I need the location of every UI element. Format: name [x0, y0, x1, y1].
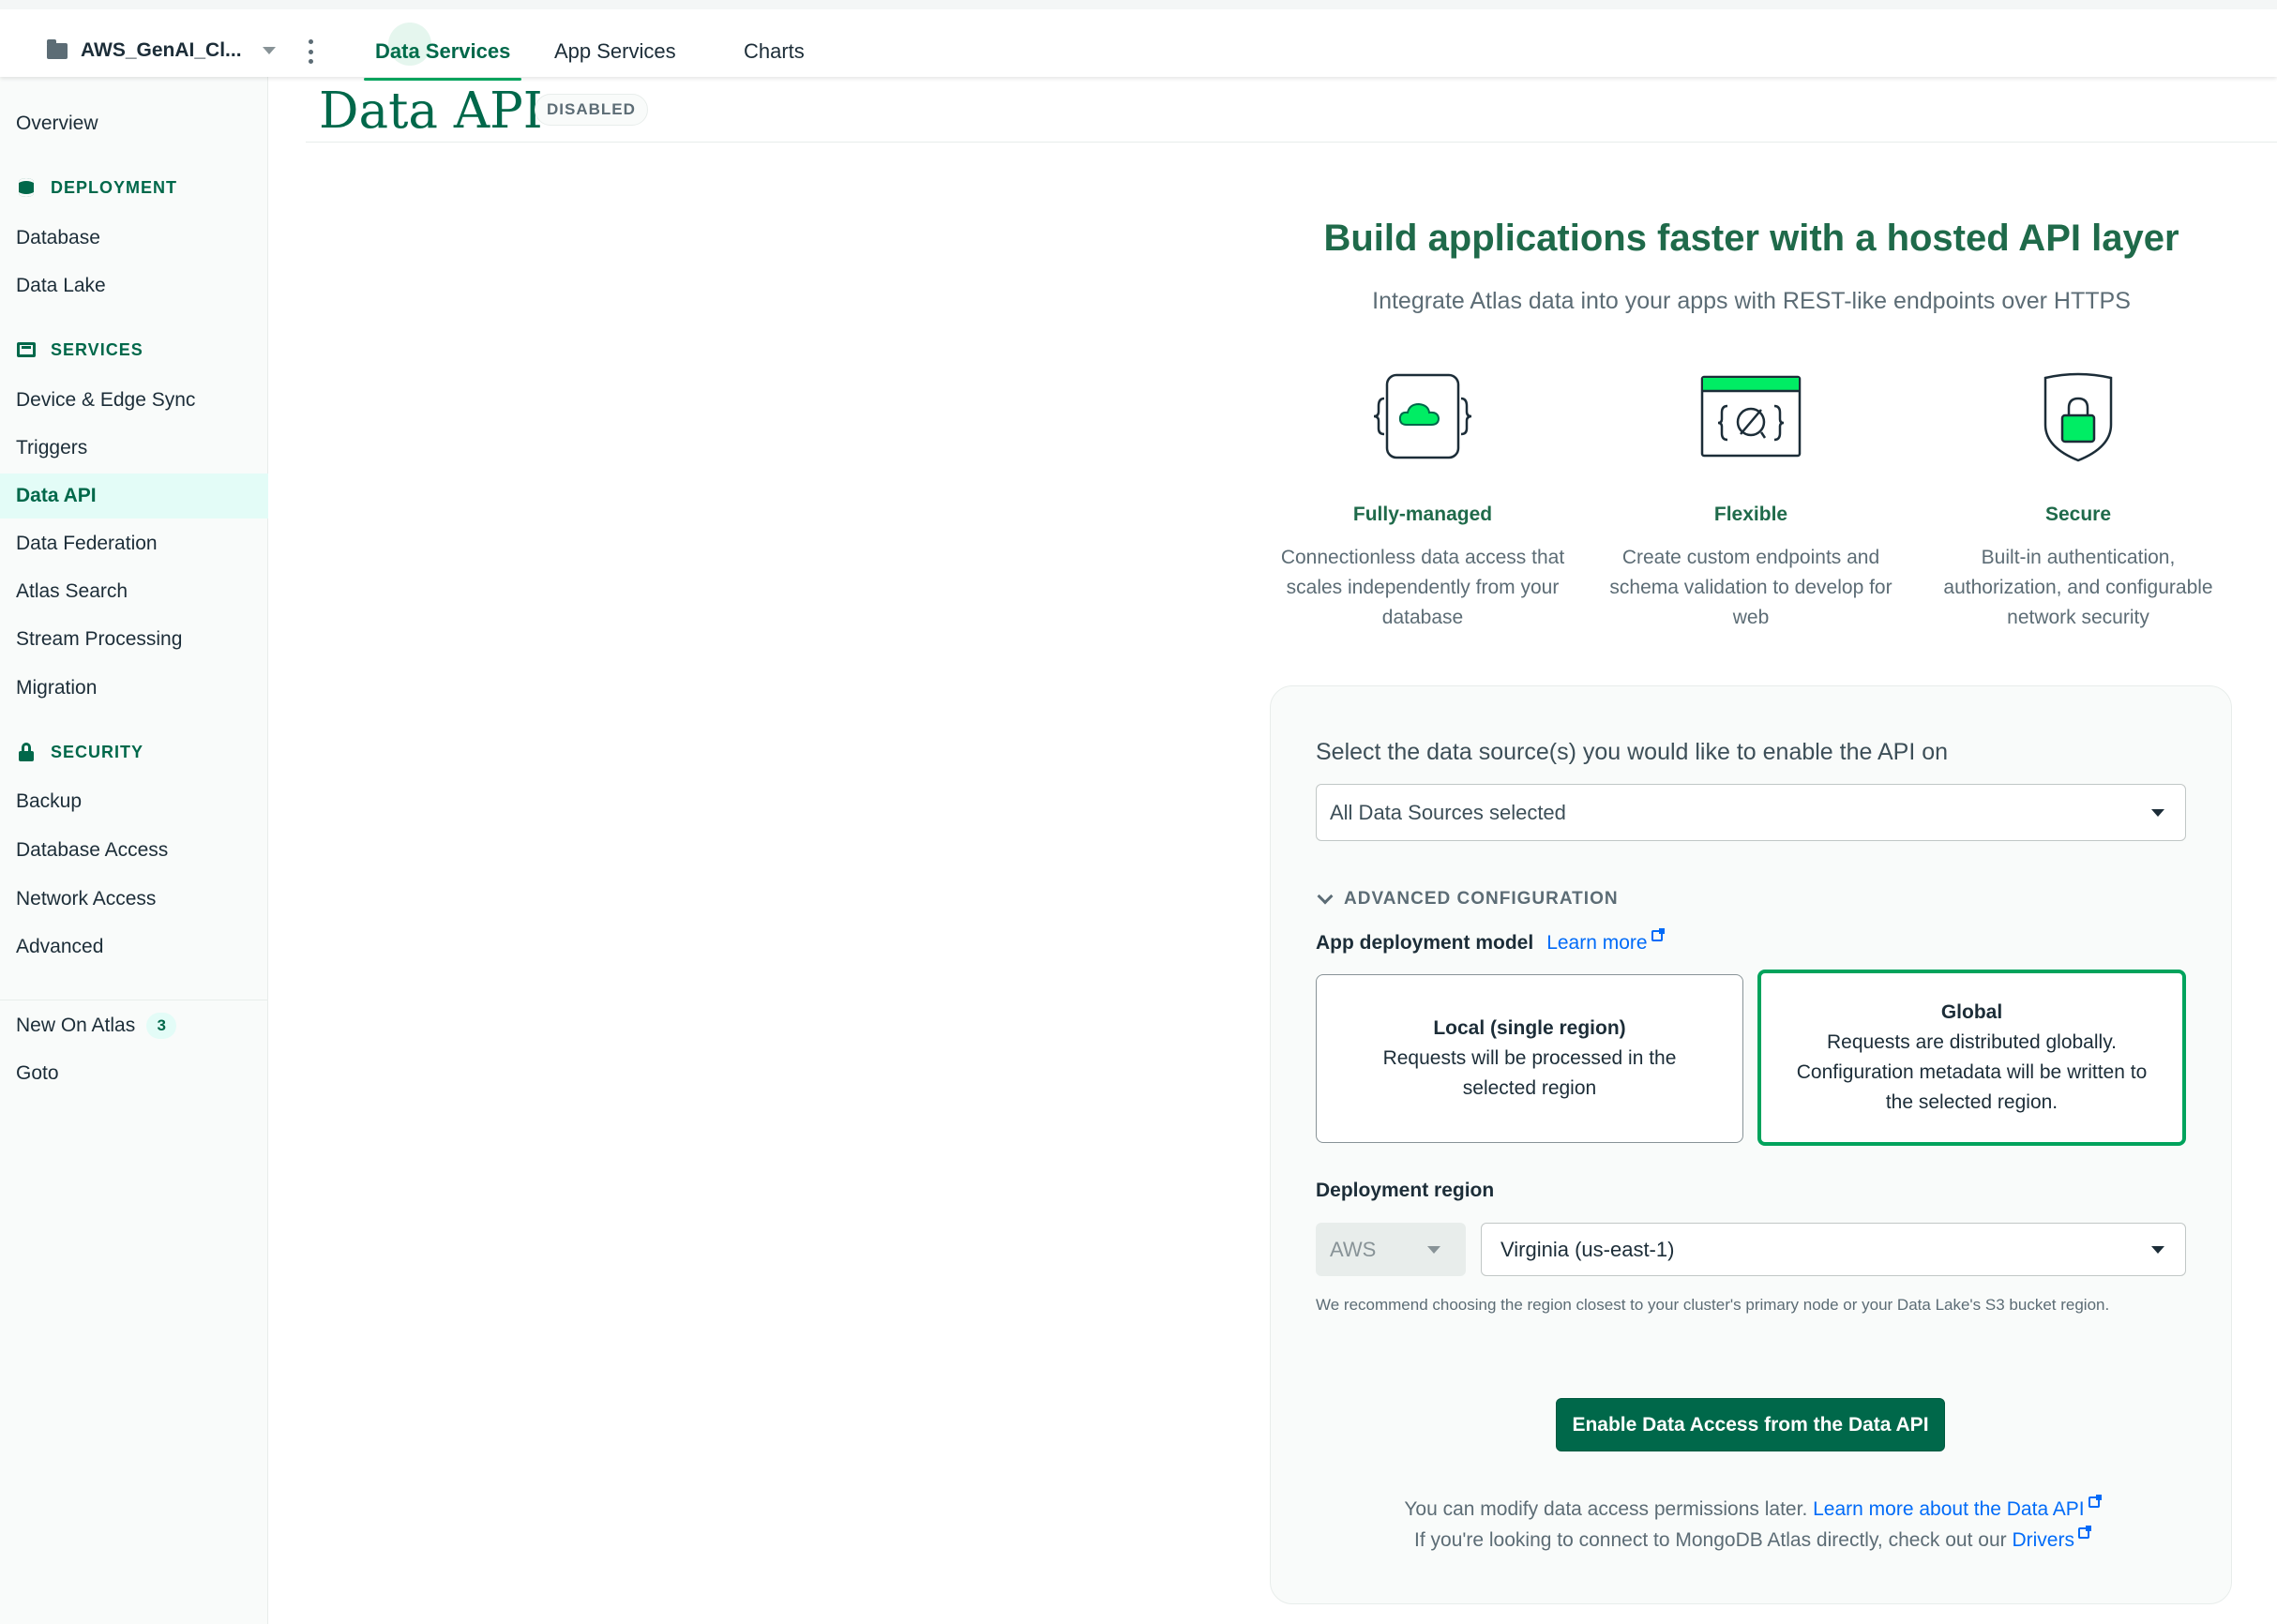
tab-charts[interactable]: Charts: [744, 28, 805, 77]
section-services: SERVICES: [16, 336, 143, 364]
project-name: AWS_GenAI_Cl...: [81, 39, 242, 61]
chevron-down-icon[interactable]: [263, 47, 276, 54]
sidebar-item-goto[interactable]: Goto: [0, 1051, 268, 1096]
sidebar-item-device-edge-sync[interactable]: Device & Edge Sync: [0, 378, 268, 423]
plug-window-icon: [1699, 370, 1802, 464]
chevron-down-icon: [1317, 888, 1334, 905]
advanced-config-toggle[interactable]: ADVANCED CONFIGURATION: [1316, 888, 1619, 910]
data-source-value: All Data Sources selected: [1330, 800, 1566, 824]
sidebar-item-advanced[interactable]: Advanced: [0, 925, 268, 970]
feature-title: Fully-managed: [1352, 504, 1493, 525]
caret-down-icon: [2151, 808, 2164, 817]
feature-fully-managed: Fully-managed Connectionless data access…: [1268, 370, 1577, 633]
advanced-config-title: ADVANCED CONFIGURATION: [1344, 889, 1619, 909]
footer-text: If you're looking to connect to MongoDB …: [1414, 1529, 2007, 1551]
section-deployment: DEPLOYMENT: [16, 173, 177, 202]
feature-title: Secure: [2044, 504, 2112, 525]
sidebar-item-overview[interactable]: Overview: [0, 101, 268, 146]
cloud-provider-select: AWS: [1316, 1223, 1466, 1276]
enable-config-card: Select the data source(s) you would like…: [1270, 685, 2232, 1604]
cloud-braces-icon: [1371, 370, 1474, 464]
database-icon: [16, 177, 37, 198]
external-link-icon: [2077, 1526, 2091, 1539]
tab-data-services[interactable]: Data Services: [363, 23, 522, 81]
new-count-badge: 3: [146, 1013, 177, 1040]
external-link-icon: [1651, 928, 1665, 941]
sidebar-item-stream-processing[interactable]: Stream Processing: [0, 617, 268, 662]
folder-icon: [47, 38, 68, 59]
sidebar-item-triggers[interactable]: Triggers: [0, 426, 268, 471]
hero-title: Build applications faster with a hosted …: [1323, 218, 2179, 259]
section-security: SECURITY: [16, 738, 143, 766]
status-badge: DISABLED: [535, 94, 648, 126]
caret-down-icon: [2151, 1245, 2164, 1254]
sidebar-item-atlas-search[interactable]: Atlas Search: [0, 569, 268, 614]
learn-more-data-api-link[interactable]: Learn more about the Data API: [1813, 1498, 2085, 1520]
sidebar-item-data-federation[interactable]: Data Federation: [0, 521, 268, 566]
section-title: SECURITY: [51, 742, 144, 761]
feature-description: Built-in authentication, authorization, …: [1943, 547, 2213, 628]
feature-description: Create custom endpoints and schema valid…: [1609, 547, 1892, 628]
footer-text: You can modify data access permissions l…: [1404, 1498, 1808, 1520]
sidebar-item-data-lake[interactable]: Data Lake: [0, 263, 268, 308]
option-title: Global: [1940, 1001, 2003, 1023]
data-source-select[interactable]: All Data Sources selected: [1316, 784, 2186, 841]
lock-icon: [16, 742, 37, 762]
feature-flexible: Flexible Create custom endpoints and sch…: [1596, 370, 1906, 633]
section-title: DEPLOYMENT: [51, 177, 178, 197]
header-divider: [306, 142, 2277, 143]
sidebar-item-database-access[interactable]: Database Access: [0, 828, 268, 873]
region-value: Virginia (us-east-1): [1500, 1237, 1675, 1261]
sidebar-item-migration[interactable]: Migration: [0, 666, 268, 711]
feature-description: Connectionless data access that scales i…: [1280, 547, 1565, 628]
sidebar-item-network-access[interactable]: Network Access: [0, 877, 268, 922]
sidebar-item-data-api[interactable]: Data API: [0, 474, 268, 519]
sidebar: Overview DEPLOYMENT Database Data Lake S…: [0, 77, 268, 1624]
sidebar-item-backup[interactable]: Backup: [0, 779, 268, 824]
option-description: Requests will be processed in the select…: [1382, 1047, 1677, 1099]
section-title: SERVICES: [51, 339, 143, 359]
footer-line-1: You can modify data access permissions l…: [1271, 1495, 2233, 1521]
footer-line-2: If you're looking to connect to MongoDB …: [1271, 1526, 2233, 1552]
page-title: Data API: [319, 83, 543, 140]
tab-app-services[interactable]: App Services: [554, 28, 676, 77]
region-hint: We recommend choosing the region closest…: [1316, 1296, 2110, 1314]
caret-down-icon: [1427, 1245, 1440, 1254]
local-region-option[interactable]: Local (single region) Requests will be p…: [1316, 974, 1743, 1143]
hero-subtitle: Integrate Atlas data into your apps with…: [1372, 288, 2131, 314]
feature-secure: Secure Built-in authentication, authoriz…: [1923, 370, 2233, 633]
sidebar-item-new-on-atlas[interactable]: New On Atlas 3: [0, 1003, 268, 1048]
data-source-label: Select the data source(s) you would like…: [1316, 739, 1949, 765]
new-on-atlas-label: New On Atlas: [16, 1015, 136, 1036]
option-description: Requests are distributed globally. Confi…: [1796, 1031, 2148, 1113]
enable-data-api-button[interactable]: Enable Data Access from the Data API: [1556, 1398, 1945, 1451]
deployment-region-label: Deployment region: [1316, 1180, 1495, 1201]
project-selector[interactable]: AWS_GenAI_Cl...: [47, 28, 276, 73]
deployment-model-label: App deployment model Learn more: [1316, 928, 1665, 955]
external-link-icon: [2088, 1495, 2102, 1508]
drivers-link[interactable]: Drivers: [2012, 1529, 2074, 1551]
top-navbar: AWS_GenAI_Cl... Data Services App Servic…: [0, 0, 2277, 81]
deployment-model-text: App deployment model: [1316, 932, 1534, 954]
cloud-provider-value: AWS: [1330, 1237, 1377, 1261]
region-select[interactable]: Virginia (us-east-1): [1481, 1223, 2186, 1276]
option-title: Local (single region): [1433, 1017, 1626, 1039]
services-icon: [16, 339, 37, 360]
more-options-icon[interactable]: [304, 39, 317, 64]
global-option[interactable]: Global Requests are distributed globally…: [1757, 970, 2186, 1146]
learn-more-link[interactable]: Learn more: [1546, 932, 1647, 955]
shield-lock-icon: [2027, 370, 2130, 464]
feature-title: Flexible: [1713, 504, 1788, 525]
sidebar-item-database[interactable]: Database: [0, 216, 268, 261]
